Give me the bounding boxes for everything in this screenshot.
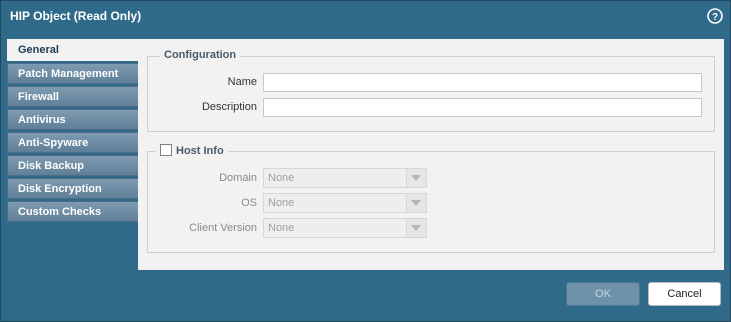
name-input[interactable] [263, 73, 702, 92]
tab-disk-backup[interactable]: Disk Backup [7, 155, 138, 176]
os-select-value: None [268, 197, 295, 209]
dialog-titlebar: HIP Object (Read Only) ? [1, 1, 730, 31]
hip-object-dialog: HIP Object (Read Only) ? General Patch M… [0, 0, 731, 322]
client-version-select-value: None [268, 222, 295, 234]
tab-patch-management[interactable]: Patch Management [7, 63, 138, 84]
domain-select[interactable]: None [263, 168, 427, 188]
os-select[interactable]: None [263, 193, 427, 213]
help-icon[interactable]: ? [707, 8, 723, 24]
configuration-fieldset: Configuration Name Description [147, 49, 715, 132]
chevron-down-icon[interactable] [406, 194, 426, 212]
client-version-label: Client Version [189, 222, 257, 234]
domain-label: Domain [219, 172, 257, 184]
svg-text:?: ? [712, 12, 718, 23]
tab-antivirus[interactable]: Antivirus [7, 109, 138, 130]
os-label: OS [241, 197, 257, 209]
host-info-label: Host Info [176, 145, 224, 157]
tab-custom-checks[interactable]: Custom Checks [7, 201, 138, 222]
tab-firewall[interactable]: Firewall [7, 86, 138, 107]
description-input[interactable] [263, 98, 702, 117]
tab-disk-encryption[interactable]: Disk Encryption [7, 178, 138, 199]
general-tab-panel: Configuration Name Description Host Info… [138, 39, 724, 270]
host-info-fieldset: Host Info Domain None OS None Client Ver… [147, 144, 715, 253]
dialog-title: HIP Object (Read Only) [10, 9, 142, 23]
name-label: Name [227, 76, 257, 88]
tab-general[interactable]: General [7, 39, 138, 61]
chevron-down-icon[interactable] [406, 169, 426, 187]
client-version-select[interactable]: None [263, 218, 427, 238]
ok-button[interactable]: OK [566, 282, 640, 306]
chevron-down-icon[interactable] [406, 219, 426, 237]
domain-select-value: None [268, 172, 295, 184]
host-info-checkbox[interactable] [160, 144, 172, 156]
cancel-button[interactable]: Cancel [648, 282, 721, 306]
tab-anti-spyware[interactable]: Anti-Spyware [7, 132, 138, 153]
description-label: Description [201, 101, 257, 113]
host-info-legend: Host Info [156, 144, 228, 157]
tab-list: General Patch Management Firewall Antivi… [7, 39, 138, 224]
configuration-legend: Configuration [160, 49, 241, 61]
